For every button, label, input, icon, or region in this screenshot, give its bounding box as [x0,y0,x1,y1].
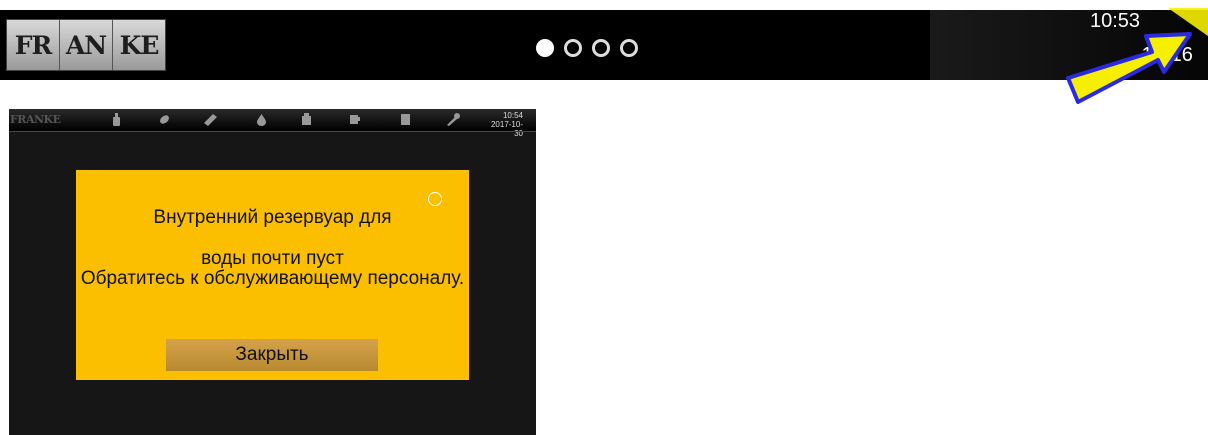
bottle-icon[interactable] [110,113,123,126]
page-dot-4[interactable] [620,39,638,57]
page-indicator [536,39,638,57]
cleaning-icon[interactable] [204,113,217,126]
page-dot-3[interactable] [592,39,610,57]
device-date: 2017-10-30 [490,120,523,138]
device-clock: 10:54 2017-10-30 [487,111,523,138]
wrench-icon[interactable] [447,113,460,126]
device-time: 10:54 [502,111,523,120]
coffee-bean-icon[interactable] [158,113,171,126]
device-toolbar: FRANKE 10:54 2017-10-30 [9,109,536,138]
milk-icon[interactable] [300,113,313,126]
logo-letters-1: FR [7,20,60,70]
page-dot-2[interactable] [564,39,582,57]
water-drop-icon[interactable] [255,113,268,126]
cup-icon[interactable] [348,113,361,126]
logo-letters-3: KE [113,20,165,70]
annotation-arrow-icon [1066,8,1208,104]
close-button[interactable]: Закрыть [166,339,378,371]
page-dot-1[interactable] [536,39,554,57]
circle-icon [428,192,442,206]
dialog-message-line3: Обратитесь к обслуживающему персоналу. [80,268,465,289]
logo-letters-2: AN [60,20,113,70]
device-screen: FRANKE 10:54 2017-10-30 Внутренний резер… [9,109,536,435]
dialog-message-line1: Внутренний резервуар для [153,207,392,228]
warning-dialog: Внутренний резервуар для воды почти пуст… [76,170,469,380]
device-logo: FRANKE [10,113,61,126]
top-bar: FR AN KE [0,10,1208,80]
device-toolbar-divider [9,131,536,132]
franke-logo: FR AN KE [6,19,166,71]
document-icon[interactable] [399,113,412,126]
